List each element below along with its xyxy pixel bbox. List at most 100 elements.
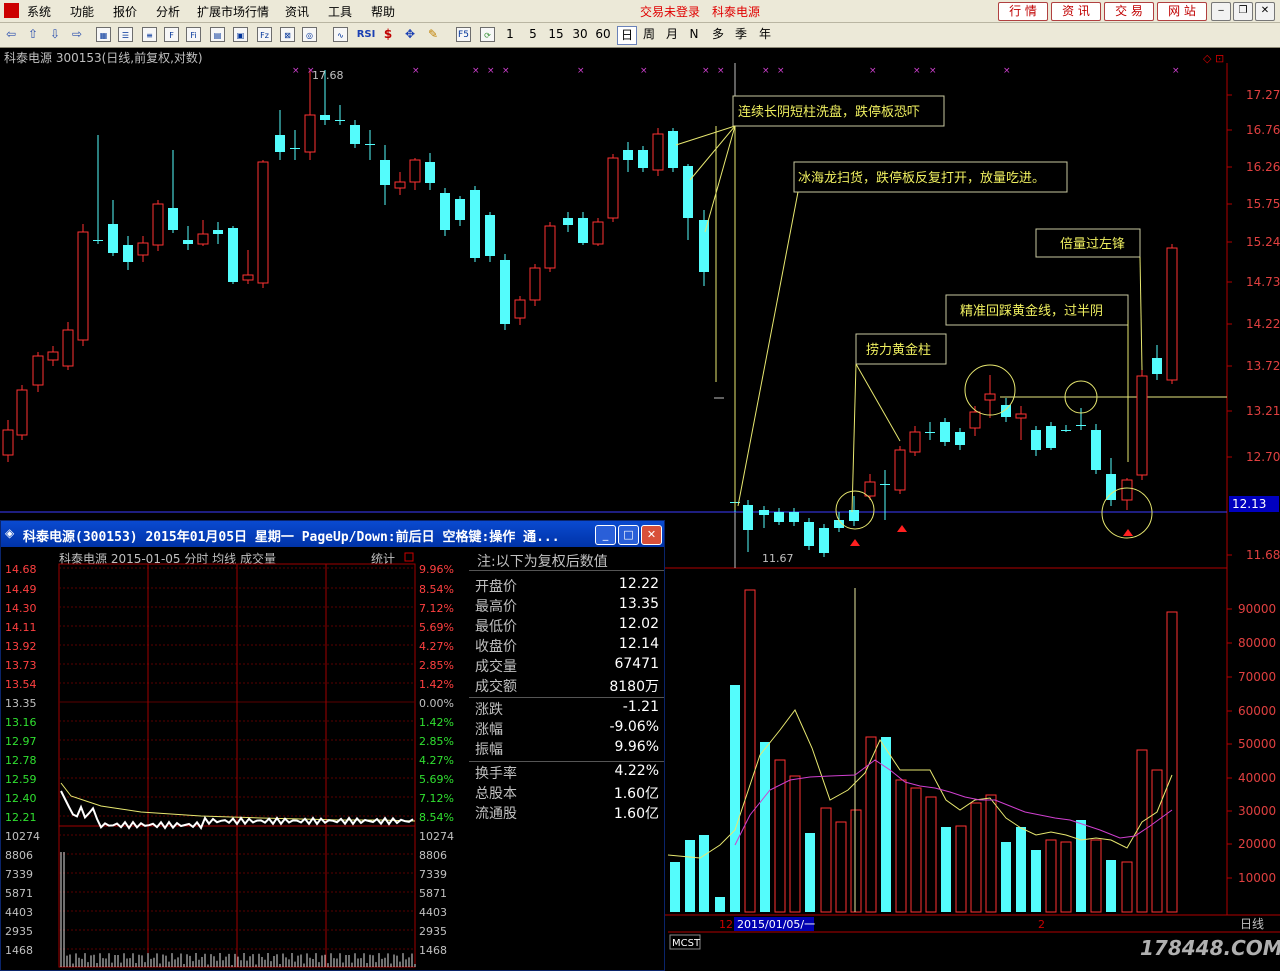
candle-body xyxy=(638,150,648,168)
intraday-left-label: 10274 xyxy=(5,830,40,843)
menu-quote[interactable]: 报价 xyxy=(113,3,137,20)
intraday-left-label: 13.35 xyxy=(5,697,37,710)
rsi-button[interactable]: RSI xyxy=(355,26,377,43)
period-quarter[interactable]: 季 xyxy=(732,26,750,43)
menu-news[interactable]: 资讯 xyxy=(285,3,309,20)
chart-icon[interactable]: ⊠ xyxy=(280,27,295,42)
annotation-5: 倍量过左锋 xyxy=(1035,228,1141,258)
nav-quote-button[interactable]: 行 情 xyxy=(998,2,1048,21)
restore-icon[interactable]: ❐ xyxy=(1233,2,1253,21)
candle-body xyxy=(108,224,118,253)
menu-help[interactable]: 帮助 xyxy=(371,3,395,20)
dollar-icon[interactable]: $ xyxy=(382,26,394,43)
search-icon[interactable]: ◎ xyxy=(302,27,317,42)
period-n[interactable]: N xyxy=(686,26,702,43)
candle-body xyxy=(955,432,965,445)
kline-icon[interactable]: ∿ xyxy=(333,27,348,42)
info-row-close: 收盘价 12.14 xyxy=(475,636,659,655)
menu-function[interactable]: 功能 xyxy=(70,3,94,20)
buy-arrow-icon xyxy=(1123,529,1133,536)
fio-icon[interactable]: Fi xyxy=(186,27,201,42)
nav-site-button[interactable]: 网 站 xyxy=(1157,2,1207,21)
nav-trade-button[interactable]: 交 易 xyxy=(1104,2,1154,21)
candle-body xyxy=(1091,430,1101,470)
candle-body xyxy=(93,240,103,241)
price-tick-label: 15.24 xyxy=(1246,235,1280,249)
grid-icon[interactable]: ▦ xyxy=(96,27,111,42)
dialog-maximize-icon[interactable]: □ xyxy=(618,525,639,545)
candle-body xyxy=(940,422,950,442)
period-month[interactable]: 月 xyxy=(663,26,681,43)
info-row-total-shares: 总股本 1.60亿 xyxy=(475,786,659,802)
volume-bar xyxy=(1045,839,1057,913)
day-info-panel: 注:以下为复权后数值 开盘价 12.22 最高价 13.35 最低价 12.02 收盘… xyxy=(469,548,664,968)
candle-body xyxy=(380,160,390,185)
candle-body xyxy=(335,120,345,121)
stats-icon[interactable] xyxy=(404,552,414,562)
candle-body xyxy=(819,528,829,553)
candle-body xyxy=(1061,430,1071,431)
forward-arrow-icon[interactable]: ⇨ xyxy=(69,26,85,43)
close-icon[interactable]: ✕ xyxy=(1255,2,1275,21)
login-status[interactable]: 交易未登录 xyxy=(640,3,700,20)
menu-analysis[interactable]: 分析 xyxy=(156,3,180,20)
nav-news-button[interactable]: 资 讯 xyxy=(1051,2,1101,21)
volume-bar xyxy=(970,802,982,913)
refresh-icon[interactable]: ⟳ xyxy=(480,27,495,42)
info-row-volume: 成交量 67471 xyxy=(475,656,659,675)
period-multi[interactable]: 多 xyxy=(709,26,727,43)
period-day[interactable]: 日 xyxy=(617,26,637,45)
info-row-high: 最高价 13.35 xyxy=(475,596,659,615)
period-30min[interactable]: 30 xyxy=(570,26,590,43)
menu-tools[interactable]: 工具 xyxy=(328,3,352,20)
volume-bar xyxy=(925,796,937,913)
chart-settings-icon[interactable]: ◇ ⊡ xyxy=(1203,52,1224,65)
minimize-icon[interactable]: ‒ xyxy=(1211,2,1231,21)
period-year[interactable]: 年 xyxy=(756,26,774,43)
intraday-right-label: 2.85% xyxy=(419,735,454,748)
period-5min[interactable]: 5 xyxy=(525,26,541,43)
dialog-titlebar[interactable]: ◈ 科泰电源(300153) 2015年01月05日 星期一 PageUp/Do… xyxy=(1,521,664,547)
price-axis: 17.27 16.76 16.26 15.75 15.24 14.73 14.22 13.72… xyxy=(1227,88,1280,562)
signal-x-mark: × xyxy=(702,66,710,76)
volume-tick-label: 80000 xyxy=(1238,636,1276,650)
fz-icon[interactable]: Fz xyxy=(257,27,272,42)
daily-detail-dialog[interactable]: ◈ 科泰电源(300153) 2015年01月05日 星期一 PageUp/Do… xyxy=(0,520,665,971)
period-week[interactable]: 周 xyxy=(640,26,658,43)
intraday-left-label: 12.40 xyxy=(5,792,37,805)
pencil-icon[interactable]: ✎ xyxy=(425,26,441,43)
menu-ext-market[interactable]: 扩展市场行情 xyxy=(197,3,269,20)
f10-icon[interactable]: F xyxy=(164,27,179,42)
info-row-low: 最低价 12.02 xyxy=(475,616,659,635)
price-tick-label: 13.72 xyxy=(1246,359,1280,373)
volume-ma10-line xyxy=(734,759,1173,846)
intraday-right-label: 4403 xyxy=(419,906,447,919)
move-icon[interactable]: ✥ xyxy=(402,26,418,43)
candle-body xyxy=(699,220,709,272)
list-icon[interactable]: ☰ xyxy=(118,27,133,42)
text-icon[interactable]: ≡ xyxy=(142,27,157,42)
dialog-minimize-icon[interactable]: _ xyxy=(595,525,616,545)
f5-button[interactable]: F5 xyxy=(456,27,471,42)
watermark: 178448.COM xyxy=(1140,936,1280,960)
volume-bar xyxy=(1016,827,1026,912)
up-arrow-icon[interactable]: ⇧ xyxy=(25,26,41,43)
intraday-chart[interactable]: 科泰电源 2015-01-05 分时 均线 成交量 统计 14.6814.491… xyxy=(1,548,469,971)
menu-system[interactable]: 系统 xyxy=(27,3,51,20)
volume-bar xyxy=(1031,850,1041,912)
sheet-icon[interactable]: ▤ xyxy=(210,27,225,42)
intraday-left-label: 13.16 xyxy=(5,716,37,729)
signal-x-mark: × xyxy=(762,66,770,76)
down-arrow-icon[interactable]: ⇩ xyxy=(47,26,63,43)
volume-bar xyxy=(1121,861,1133,913)
back-arrow-icon[interactable]: ⇦ xyxy=(3,26,19,43)
note-icon[interactable]: ▣ xyxy=(233,27,248,42)
volume-bar xyxy=(955,825,967,913)
svg-text:精准回踩黄金线，过半阴: 精准回踩黄金线，过半阴 xyxy=(960,303,1103,319)
period-15min[interactable]: 15 xyxy=(546,26,566,43)
candle-body xyxy=(668,131,678,168)
period-1min[interactable]: 1 xyxy=(502,26,518,43)
dialog-close-icon[interactable]: ✕ xyxy=(641,525,662,545)
candle-body xyxy=(394,181,406,189)
period-60min[interactable]: 60 xyxy=(593,26,613,43)
